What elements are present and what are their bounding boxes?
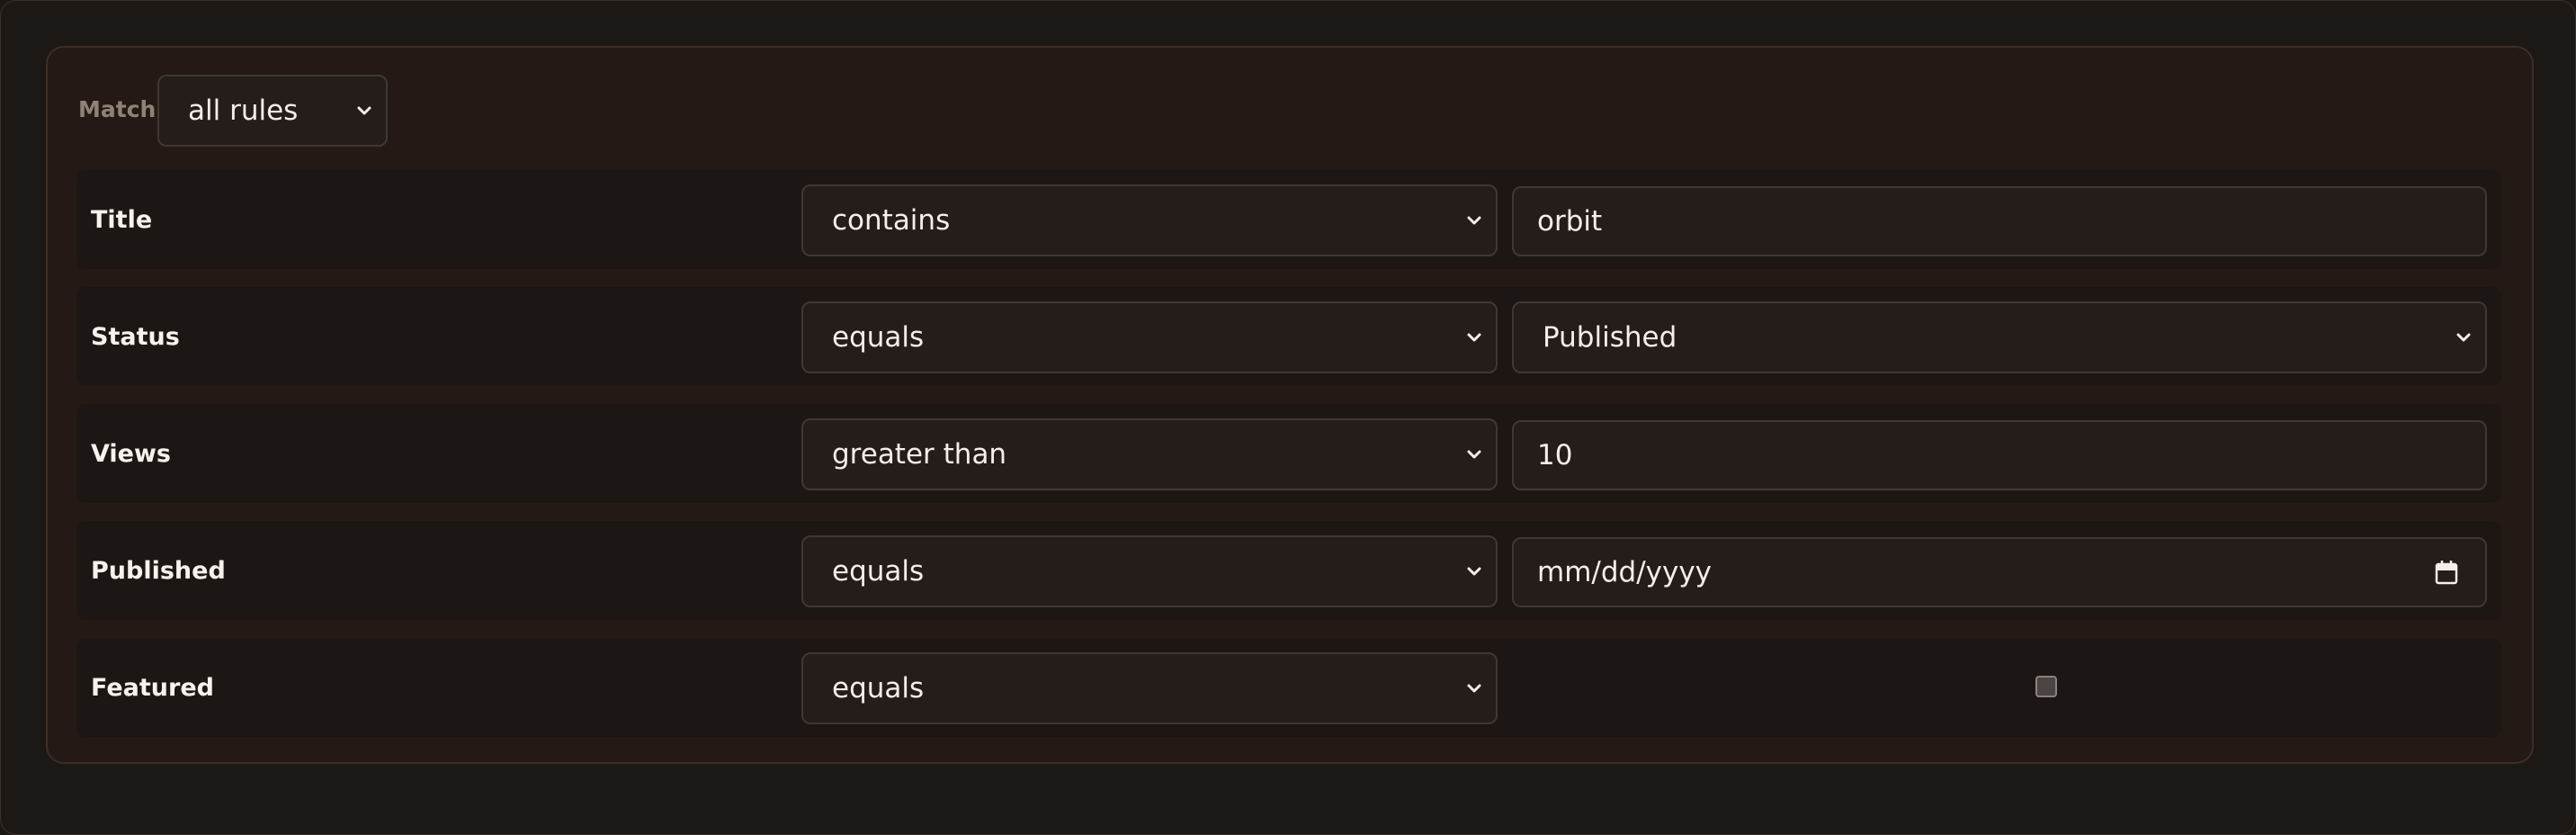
rule-row-views: Views greater than 10 bbox=[76, 404, 2501, 503]
app-frame: Match all rules Title contains orbit Sta… bbox=[0, 0, 2576, 835]
value-select-value: Published bbox=[1543, 321, 1677, 354]
chevron-down-icon bbox=[1460, 206, 1489, 235]
chevron-down-icon bbox=[1460, 440, 1489, 469]
value-checkbox[interactable] bbox=[2035, 676, 2057, 697]
operator-value: equals bbox=[832, 321, 925, 354]
rule-field-label: Status bbox=[91, 322, 180, 351]
rule-row-status: Status equals Published bbox=[76, 287, 2501, 386]
operator-select[interactable]: greater than bbox=[801, 418, 1498, 490]
match-select[interactable]: all rules bbox=[157, 75, 388, 147]
rule-field-label: Featured bbox=[91, 673, 214, 702]
chevron-down-icon bbox=[1460, 674, 1489, 703]
operator-select[interactable]: equals bbox=[801, 652, 1498, 724]
value-date-input[interactable]: mm/dd/yyyy bbox=[1512, 537, 2487, 607]
rule-row-featured: Featured equals bbox=[76, 638, 2501, 737]
match-label: Match bbox=[78, 96, 157, 122]
value-text-input[interactable]: orbit bbox=[1512, 186, 2487, 256]
rule-field-label: Published bbox=[91, 556, 226, 585]
operator-value: equals bbox=[832, 555, 925, 588]
operator-select[interactable]: equals bbox=[801, 535, 1498, 607]
calendar-icon[interactable] bbox=[2433, 559, 2460, 586]
match-select-value: all rules bbox=[188, 94, 299, 127]
operator-select[interactable]: equals bbox=[801, 301, 1498, 373]
rule-row-title: Title contains orbit bbox=[76, 170, 2501, 269]
rule-field-label: Title bbox=[91, 205, 153, 234]
operator-value: equals bbox=[832, 672, 925, 705]
filter-rules-panel: Match all rules Title contains orbit Sta… bbox=[46, 46, 2534, 764]
chevron-down-icon bbox=[2449, 323, 2478, 352]
rule-field-label: Views bbox=[91, 439, 172, 468]
operator-select[interactable]: contains bbox=[801, 184, 1498, 256]
value-select[interactable]: Published bbox=[1512, 301, 2487, 373]
operator-value: contains bbox=[832, 204, 951, 237]
chevron-down-icon bbox=[1460, 323, 1489, 352]
value-number-input[interactable]: 10 bbox=[1512, 420, 2487, 490]
operator-value: greater than bbox=[832, 438, 1007, 471]
chevron-down-icon bbox=[1460, 557, 1489, 586]
chevron-down-icon bbox=[350, 96, 379, 125]
rule-row-published: Published equals mm/dd/yyyy bbox=[76, 521, 2501, 620]
date-placeholder: mm/dd/yyyy bbox=[1537, 556, 1713, 588]
